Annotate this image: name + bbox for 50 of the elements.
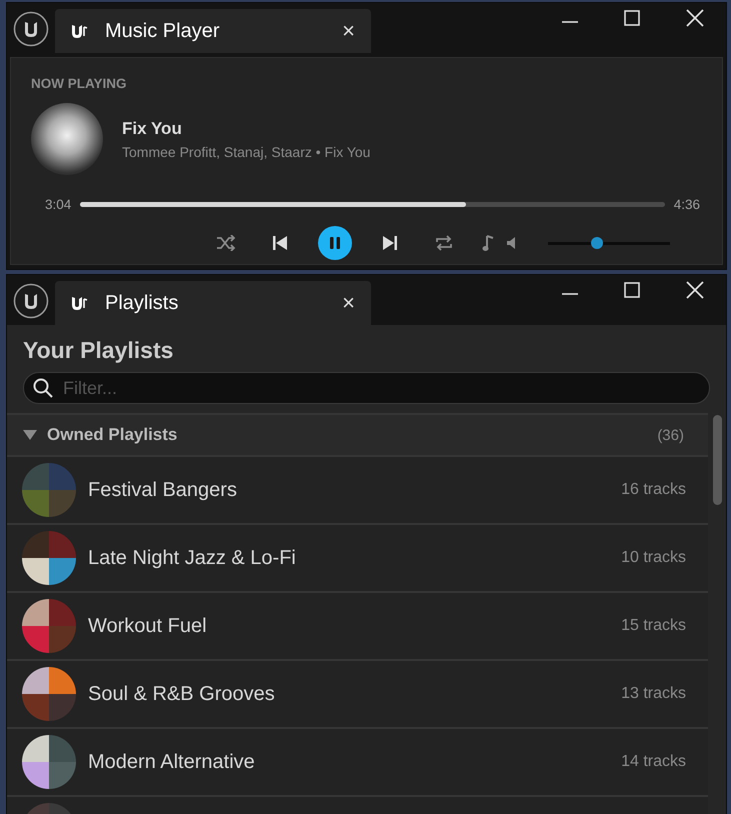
close-tab-button[interactable]: × <box>338 290 359 316</box>
playlist-name: Festival Bangers <box>88 478 238 502</box>
engine-logo-icon <box>13 11 49 47</box>
track-artists: Tommee Profitt, Stanaj, Staarz • Fix You <box>122 144 370 160</box>
photo-placeholder <box>22 667 76 721</box>
window-tab[interactable]: Music Player × <box>55 9 371 53</box>
panel-heading: Your Playlists <box>23 337 174 364</box>
window-title: Music Player <box>105 20 220 42</box>
volume-thumb[interactable] <box>590 237 603 249</box>
total-time: 4:36 <box>674 197 700 212</box>
previous-icon[interactable] <box>272 235 288 251</box>
engine-logo-icon <box>13 283 49 319</box>
close-tab-button[interactable]: × <box>338 18 359 44</box>
group-label: Owned Playlists <box>47 425 178 445</box>
section-label: NOW PLAYING <box>31 76 128 91</box>
track-count: 14 tracks <box>621 753 686 771</box>
photo-placeholder <box>22 735 76 789</box>
playlist-name: Late Night Jazz & Lo-Fi <box>88 546 297 570</box>
photo-placeholder <box>22 599 76 653</box>
playlist-name: Modern Alternative <box>88 750 256 774</box>
scrollbar-thumb[interactable] <box>713 415 722 505</box>
engine-logo-icon <box>69 22 89 40</box>
close-icon[interactable] <box>686 281 704 299</box>
close-icon[interactable] <box>686 9 704 27</box>
engine-logo-icon <box>69 294 89 312</box>
music-note-icon[interactable] <box>482 234 494 252</box>
track-count: 13 tracks <box>621 685 686 703</box>
pause-icon <box>328 236 342 250</box>
window-tab[interactable]: Playlists × <box>55 281 371 325</box>
track-count: 15 tracks <box>621 617 686 635</box>
track-title: Fix You <box>122 118 183 138</box>
pause-button[interactable] <box>318 226 352 260</box>
track-count: 10 tracks <box>621 549 686 567</box>
photo-placeholder <box>22 531 76 585</box>
maximize-icon[interactable] <box>624 282 640 298</box>
maximize-icon[interactable] <box>624 10 640 26</box>
group-header[interactable]: Owned Playlists (36) <box>7 415 708 457</box>
elapsed-time: 3:04 <box>45 197 72 212</box>
photo-placeholder <box>22 463 76 517</box>
search-field[interactable]: Filter... <box>23 372 710 404</box>
disclosure-triangle-icon[interactable] <box>23 429 37 441</box>
progress-track[interactable] <box>80 202 665 207</box>
playlist-name: Workout Fuel <box>88 614 208 638</box>
group-count: (36) <box>657 426 684 444</box>
window-title: Playlists <box>105 292 180 314</box>
next-icon[interactable] <box>382 235 398 251</box>
repeat-icon[interactable] <box>434 234 454 252</box>
shuffle-icon[interactable] <box>216 235 236 251</box>
track-count: 16 tracks <box>621 481 686 499</box>
playlist-name: Soul & R&B Grooves <box>88 682 276 706</box>
